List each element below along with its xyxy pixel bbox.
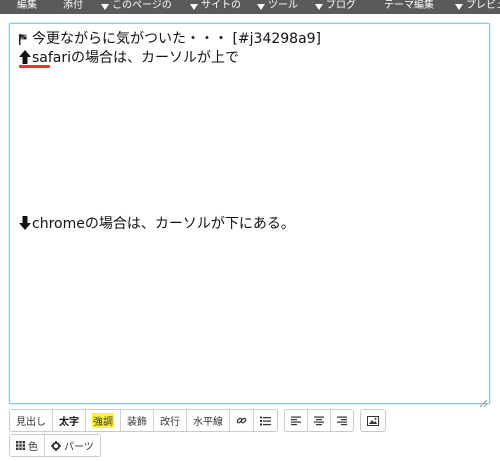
parts-button[interactable]: パーツ (45, 435, 100, 456)
align-right-button[interactable] (331, 410, 353, 431)
color-button-label: 色 (28, 442, 38, 453)
align-center-button[interactable] (308, 410, 331, 431)
menu-tools[interactable]: ツール (257, 0, 298, 12)
linebreak-button-label: 改行 (160, 417, 180, 428)
editor-line-2: safariの場合は、カーソルが上で (19, 49, 239, 69)
align-group (284, 409, 354, 432)
caret-down-icon (257, 4, 265, 10)
align-right-icon (337, 416, 347, 426)
align-left-icon (291, 416, 301, 426)
menu-theme-edit-label: テーマ編集 (384, 0, 434, 11)
image-icon (367, 415, 379, 426)
top-menu-bar: 編集 添付 このページの サイトの ツール ブログ テーマ編集 プレビュ (0, 0, 500, 14)
editor-line-3: chromeの場合は、カーソルが下にある。 (19, 215, 295, 235)
link-icon (236, 415, 247, 426)
menu-edit-label: 編集 (17, 0, 37, 11)
image-button[interactable] (361, 410, 385, 431)
menu-attach[interactable]: 添付 (63, 0, 83, 12)
menu-this-page-label: このページの (112, 0, 172, 11)
menu-attach-label: 添付 (63, 0, 83, 11)
color-button[interactable]: 色 (10, 435, 45, 456)
grid-icon (16, 441, 25, 450)
editor-line-1-text: 今更ながらに気がついた・・・ [#j34298a9] (32, 31, 322, 47)
bold-button-label: 太字 (59, 417, 79, 428)
link-button[interactable] (230, 410, 254, 431)
menu-site-label: サイトの (201, 0, 241, 11)
emphasis-button-label: 強調 (92, 413, 114, 428)
caret-down-icon (190, 4, 198, 10)
image-group (360, 409, 386, 432)
align-left-button[interactable] (285, 410, 308, 431)
editor-toolbar-row-2: 色 パーツ (9, 434, 107, 457)
emphasis-button[interactable]: 強調 (86, 410, 121, 431)
horizontal-rule-button-label: 水平線 (193, 417, 223, 428)
list-button[interactable] (254, 410, 277, 431)
menu-this-page[interactable]: このページの (101, 0, 172, 12)
arrow-down-icon (19, 216, 31, 235)
decoration-button[interactable]: 装飾 (121, 410, 154, 431)
menu-site[interactable]: サイトの (190, 0, 241, 12)
list-icon (260, 416, 271, 426)
decoration-button-label: 装飾 (127, 417, 147, 428)
editor-line-2-text: safariの場合は、カーソルが上で (32, 50, 240, 66)
flag-icon (19, 32, 28, 50)
caret-down-icon (101, 4, 109, 10)
linebreak-button[interactable]: 改行 (154, 410, 187, 431)
wiki-editor-textarea[interactable]: 今更ながらに気がついた・・・ [#j34298a9] safariの場合は、カー… (9, 23, 490, 408)
caret-down-icon (455, 4, 463, 10)
align-center-icon (314, 416, 324, 426)
horizontal-rule-button[interactable]: 水平線 (187, 410, 230, 431)
editor-toolbar-row-1: 見出し 太字 強調 装飾 改行 水平線 (9, 409, 392, 432)
menu-blog-label: ブログ (326, 0, 356, 11)
caret-down-icon (315, 4, 323, 10)
menu-preview-label: プレビュ (466, 0, 500, 11)
heading-button-label: 見出し (16, 417, 46, 428)
menu-tools-label: ツール (268, 0, 298, 11)
gear-icon (51, 440, 61, 451)
heading-button[interactable]: 見出し (10, 410, 53, 431)
parts-button-label: パーツ (64, 442, 94, 453)
editor-line-1: 今更ながらに気がついた・・・ [#j34298a9] (19, 30, 321, 50)
bold-button[interactable]: 太字 (53, 410, 86, 431)
color-parts-group: 色 パーツ (9, 434, 101, 457)
menu-blog[interactable]: ブログ (315, 0, 356, 12)
menu-preview[interactable]: プレビュ (455, 0, 500, 12)
resize-grip-icon[interactable] (479, 393, 488, 408)
text-format-group: 見出し 太字 強調 装飾 改行 水平線 (9, 409, 278, 432)
menu-edit[interactable]: 編集 (17, 0, 37, 12)
editor-line-3-text: chromeの場合は、カーソルが下にある。 (32, 216, 295, 232)
menu-theme-edit[interactable]: テーマ編集 (384, 0, 434, 12)
arrow-up-icon (19, 50, 31, 69)
